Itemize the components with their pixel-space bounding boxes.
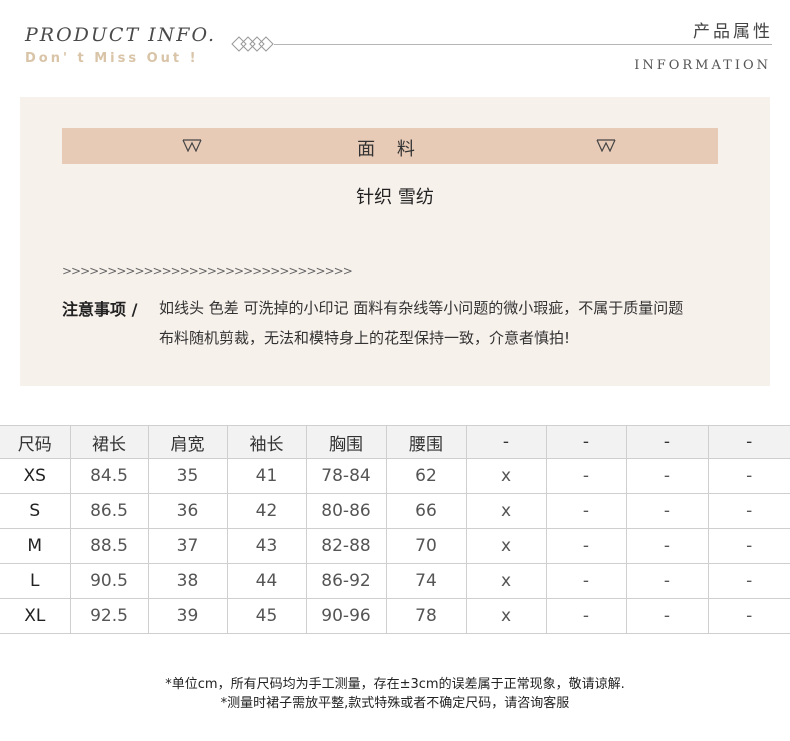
- fabric-value: 针织 雪纺: [356, 187, 434, 208]
- header-cell: -: [625, 425, 709, 459]
- header-cell: 袖长: [226, 425, 307, 459]
- table-cell: x: [465, 528, 547, 564]
- table-cell: -: [625, 598, 709, 634]
- chevron-ornament-icon: [596, 139, 616, 152]
- table-cell: 80-86: [305, 493, 387, 529]
- table-cell: 45: [226, 598, 307, 634]
- table-cell: 36: [147, 493, 228, 529]
- table-row: M 88.5 37 43 82-88 70 x - - -: [0, 528, 790, 564]
- notice-label: 注意事项 /: [62, 300, 138, 319]
- footer-note-contact: *测量时裙子需放平整,款式特殊或者不确定尺码，请咨询客服: [220, 696, 570, 711]
- table-cell: -: [545, 598, 627, 634]
- table-cell: 74: [385, 563, 467, 599]
- table-cell: XS: [0, 458, 71, 494]
- table-header-row: 尺码 裙长 肩宽 袖长 胸围 腰围 - - - -: [0, 425, 790, 459]
- table-cell: -: [625, 493, 709, 529]
- table-row: L 90.5 38 44 86-92 74 x - - -: [0, 563, 790, 599]
- table-cell: 39: [147, 598, 228, 634]
- size-table: 尺码 裙长 肩宽 袖长 胸围 腰围 - - - - XS 84.5 35 41 …: [0, 425, 790, 634]
- notice-text-line-1: 如线头 色差 可洗掉的小印记 面料有杂线等小问题的微小瑕疵，不属于质量问题: [159, 299, 684, 317]
- header-cell: 尺码: [0, 425, 71, 459]
- table-cell: XL: [0, 598, 71, 634]
- table-cell: 35: [147, 458, 228, 494]
- table-cell: 44: [226, 563, 307, 599]
- header-cell: 腰围: [385, 425, 467, 459]
- table-cell: 62: [385, 458, 467, 494]
- fabric-header-band: 面 料: [62, 128, 718, 164]
- table-cell: M: [0, 528, 71, 564]
- header-cell: 肩宽: [147, 425, 228, 459]
- table-cell: -: [545, 493, 627, 529]
- table-cell: -: [707, 458, 790, 494]
- table-cell: -: [625, 458, 709, 494]
- table-row: XS 84.5 35 41 78-84 62 x - - -: [0, 458, 790, 494]
- table-cell: 92.5: [69, 598, 149, 634]
- table-row: S 86.5 36 42 80-86 66 x - - -: [0, 493, 790, 529]
- table-cell: -: [545, 563, 627, 599]
- table-cell: -: [707, 563, 790, 599]
- fabric-info-panel: 面 料 针织 雪纺 >>>>>>>>>>>>>>>>>>>>>>>>>>>>>>…: [20, 97, 770, 386]
- table-cell: 90.5: [69, 563, 149, 599]
- table-cell: 38: [147, 563, 228, 599]
- header-cell: 裙长: [69, 425, 149, 459]
- table-cell: 70: [385, 528, 467, 564]
- table-cell: -: [625, 528, 709, 564]
- table-cell: 82-88: [305, 528, 387, 564]
- table-cell: 41: [226, 458, 307, 494]
- header-cell: -: [545, 425, 627, 459]
- table-cell: 66: [385, 493, 467, 529]
- table-cell: -: [625, 563, 709, 599]
- header-cell: -: [465, 425, 547, 459]
- diamond-ornament-icon: [231, 36, 274, 52]
- table-cell: 88.5: [69, 528, 149, 564]
- table-cell: -: [707, 493, 790, 529]
- table-cell: 78: [385, 598, 467, 634]
- arrow-divider: >>>>>>>>>>>>>>>>>>>>>>>>>>>>>>>>: [62, 264, 353, 278]
- table-row: XL 92.5 39 45 90-96 78 x - - -: [0, 598, 790, 634]
- header-divider: [274, 44, 772, 45]
- table-cell: -: [545, 458, 627, 494]
- notice-text-line-2: 布料随机剪裁，无法和模特身上的花型保持一致，介意者慎拍!: [159, 329, 571, 347]
- table-cell: x: [465, 493, 547, 529]
- header-cell: -: [707, 425, 790, 459]
- table-cell: x: [465, 598, 547, 634]
- table-cell: 86.5: [69, 493, 149, 529]
- product-info-title: PRODUCT INFO.: [25, 24, 216, 46]
- table-cell: -: [707, 598, 790, 634]
- table-cell: 90-96: [305, 598, 387, 634]
- table-cell: x: [465, 563, 547, 599]
- table-cell: 78-84: [305, 458, 387, 494]
- table-cell: S: [0, 493, 71, 529]
- table-cell: 43: [226, 528, 307, 564]
- fabric-label: 面 料: [357, 139, 423, 160]
- table-cell: -: [707, 528, 790, 564]
- table-cell: 37: [147, 528, 228, 564]
- information-title: INFORMATION: [634, 58, 771, 73]
- table-cell: L: [0, 563, 71, 599]
- header-cell: 胸围: [305, 425, 387, 459]
- table-cell: 42: [226, 493, 307, 529]
- dont-miss-out-subtitle: Don' t Miss Out !: [25, 51, 199, 66]
- product-attributes-title: 产品属性: [693, 22, 773, 42]
- table-cell: -: [545, 528, 627, 564]
- table-cell: 84.5: [69, 458, 149, 494]
- table-cell: 86-92: [305, 563, 387, 599]
- table-cell: x: [465, 458, 547, 494]
- footer-note-measurement: *单位cm，所有尺码均为手工测量，存在±3cm的误差属于正常现象，敬请谅解.: [165, 677, 625, 692]
